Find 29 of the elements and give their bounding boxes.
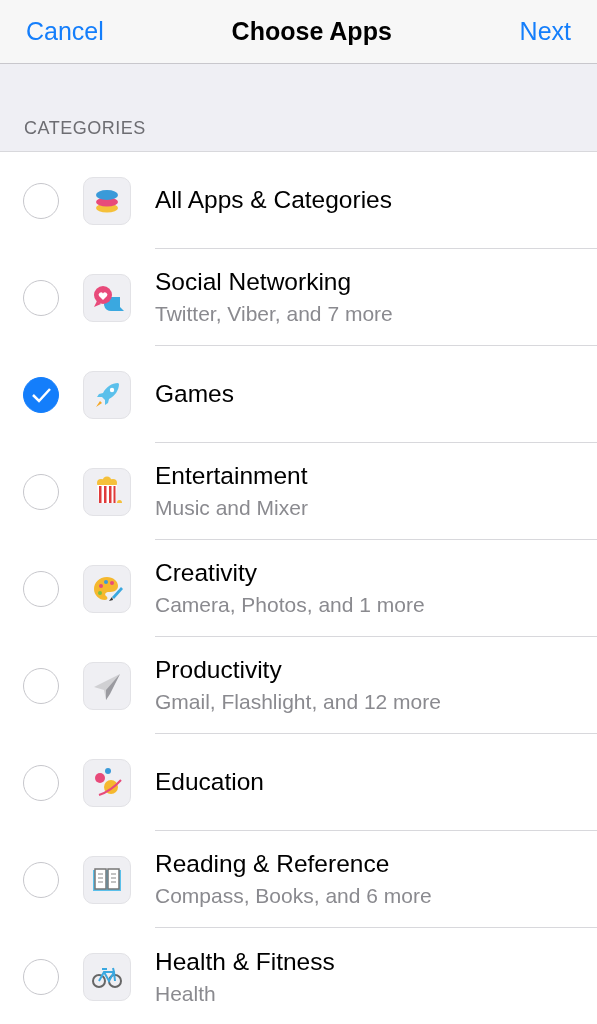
category-title: All Apps & Categories: [155, 185, 393, 215]
category-apps: Health: [155, 980, 217, 1007]
rocket-icon: [83, 370, 131, 419]
cancel-button[interactable]: Cancel: [26, 17, 104, 46]
section-header: CATEGORIES: [24, 118, 146, 139]
category-apps: Compass, Books, and 6 more: [155, 883, 433, 909]
chat-bubbles-icon: [83, 273, 131, 322]
planet-icon: [83, 758, 131, 807]
category-title: Productivity: [155, 655, 283, 685]
popcorn-icon: [83, 467, 131, 516]
category-title: Games: [155, 379, 235, 409]
category-apps: Camera, Photos, and 1 more: [155, 592, 426, 618]
category-title: Entertainment: [155, 461, 309, 491]
category-title: Education: [155, 767, 265, 797]
category-title: Social Networking: [155, 267, 353, 297]
category-apps: Twitter, Viber, and 7 more: [155, 301, 394, 327]
category-title: Health & Fitness: [155, 946, 336, 977]
next-button[interactable]: Next: [519, 17, 571, 46]
palette-icon: [83, 564, 131, 613]
open-book-icon: [83, 855, 131, 904]
category-title: Reading & Reference: [155, 849, 391, 879]
layers-icon: [83, 176, 131, 225]
paper-plane-icon: [83, 661, 131, 710]
screen-title: Choose Apps: [231, 17, 392, 46]
category-apps: Music and Mixer: [155, 495, 309, 521]
checked-radio[interactable]: [23, 376, 59, 413]
category-title: Creativity: [155, 558, 259, 588]
bicycle-icon: [83, 952, 131, 1001]
category-apps: Gmail, Flashlight, and 12 more: [155, 689, 442, 715]
